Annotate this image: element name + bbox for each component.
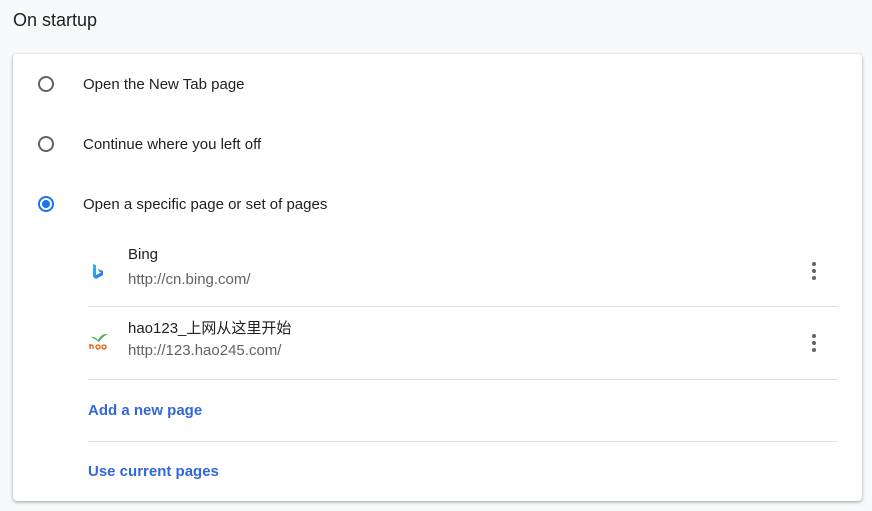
use-current-row: Use current pages xyxy=(88,442,838,503)
page-url: http://123.hao245.com/ xyxy=(128,342,282,359)
page-name: Bing xyxy=(128,246,159,263)
page-url: http://cn.bing.com/ xyxy=(128,271,251,288)
bing-favicon-icon xyxy=(93,264,103,279)
startup-card: Open the New Tab page Continue where you… xyxy=(13,54,862,501)
use-current-pages-link[interactable]: Use current pages xyxy=(88,463,219,480)
hao123-favicon-icon xyxy=(89,333,109,350)
page-name: hao123_上网从这里开始 xyxy=(128,320,292,337)
option-specific-pages[interactable]: Open a specific page or set of pages xyxy=(13,174,862,234)
add-page-row: Add a new page xyxy=(88,380,838,442)
option-continue[interactable]: Continue where you left off xyxy=(13,114,862,174)
option-label: Open the New Tab page xyxy=(83,75,245,93)
radio-new-tab[interactable] xyxy=(38,76,54,92)
option-label: Open a specific page or set of pages xyxy=(83,195,328,213)
section-title: On startup xyxy=(13,10,98,30)
more-actions-icon[interactable] xyxy=(802,331,826,355)
more-actions-icon[interactable] xyxy=(802,259,826,283)
startup-page-row: Bing http://cn.bing.com/ xyxy=(88,236,838,307)
startup-page-row: hao123_上网从这里开始 http://123.hao245.com/ xyxy=(88,307,838,380)
radio-specific-pages[interactable] xyxy=(38,196,54,212)
add-new-page-link[interactable]: Add a new page xyxy=(88,402,202,419)
radio-continue[interactable] xyxy=(38,136,54,152)
option-label: Continue where you left off xyxy=(83,135,262,153)
option-new-tab[interactable]: Open the New Tab page xyxy=(13,54,862,114)
